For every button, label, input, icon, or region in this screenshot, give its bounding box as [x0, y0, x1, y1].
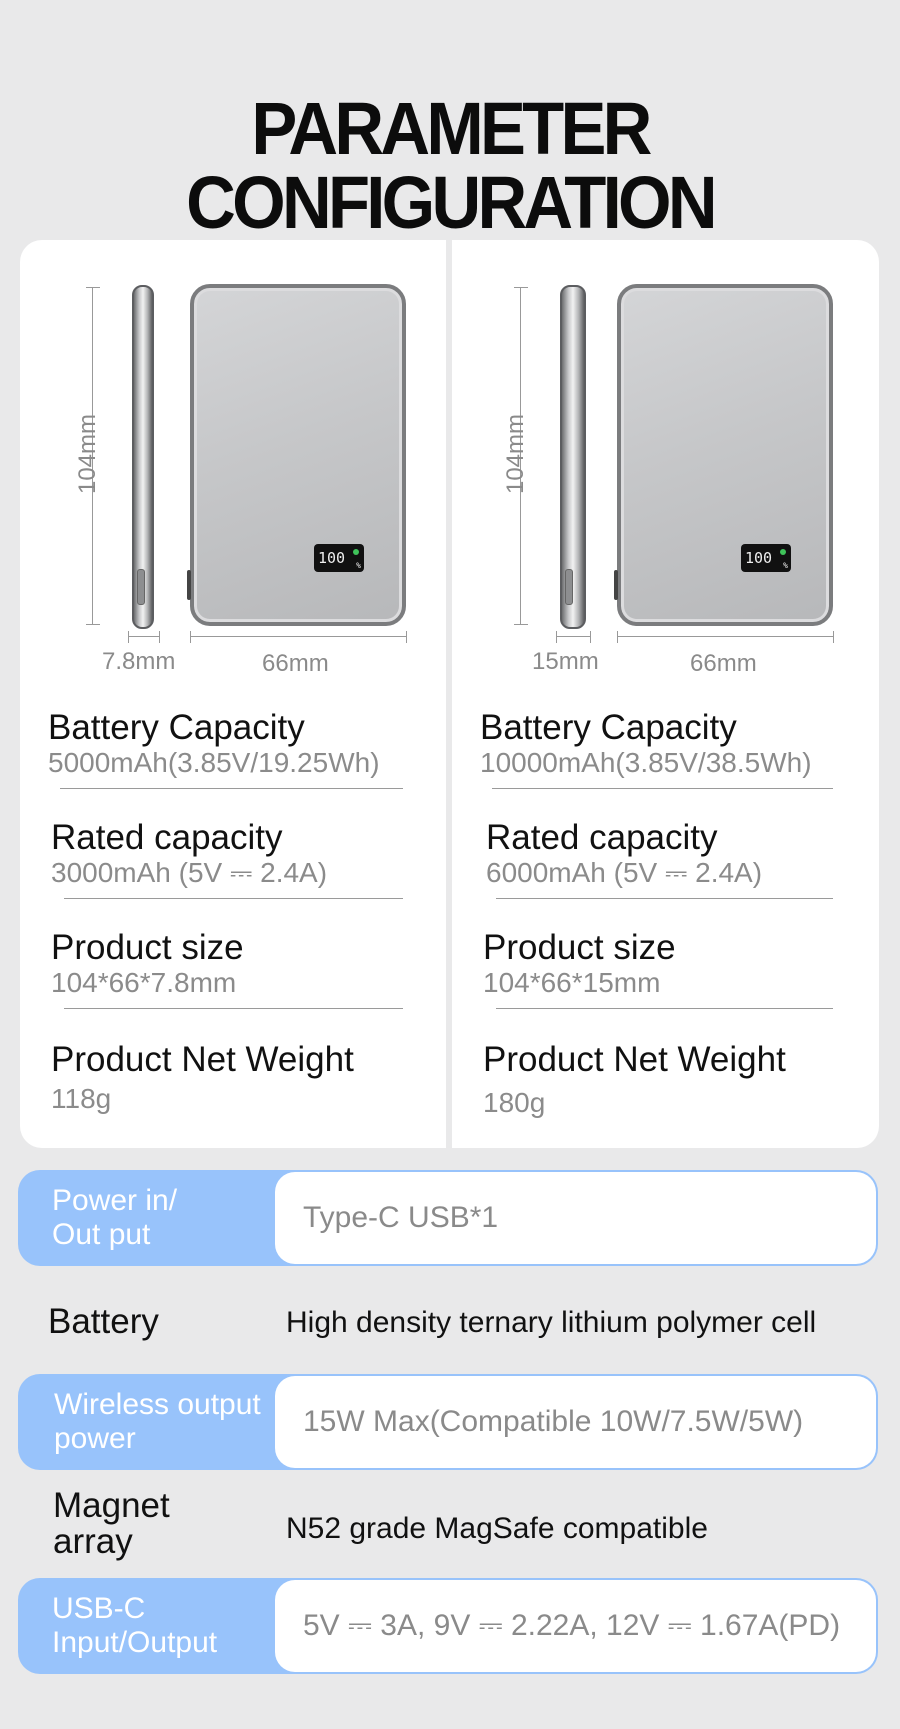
spec-row-usb-c: USB-C Input/Output 5V ⎓ 3A, 9V ⎓ 2.22A, … — [18, 1578, 878, 1674]
spec-net-weight: Product Net Weight 180g — [483, 1040, 786, 1118]
row-value: N52 grade MagSafe compatible — [286, 1512, 708, 1545]
spec-row-power-io: Power in/ Out put Type-C USB*1 — [18, 1170, 878, 1266]
spec-net-weight: Product Net Weight 118g — [51, 1040, 354, 1114]
width-label: 66mm — [262, 650, 329, 677]
front-view-image: 100 % — [614, 284, 833, 626]
width-dimension-line — [617, 631, 834, 643]
battery-display-icon: 100 % — [741, 544, 791, 572]
side-view-image — [132, 285, 154, 629]
divider — [496, 898, 833, 899]
spec-rated-capacity: Rated capacity 3000mAh (5V ⎓ 2.4A) — [51, 818, 328, 888]
side-button-icon — [137, 569, 145, 605]
row-label: Wireless output power — [54, 1388, 261, 1455]
spec-battery-capacity: Battery Capacity 10000mAh(3.85V/38.5Wh) — [480, 708, 812, 778]
charging-indicator-icon — [353, 549, 359, 555]
side-view-image — [560, 285, 586, 629]
row-value: Type-C USB*1 — [275, 1172, 876, 1264]
port-icon — [614, 570, 618, 600]
product-card-right: 104mm 100 % 15mm 66mm Battery Capacity 1… — [452, 240, 879, 1148]
spec-row-wireless-output: Wireless output power 15W Max(Compatible… — [18, 1374, 878, 1470]
height-label: 104mm — [502, 413, 530, 495]
front-view-image: 100 % — [187, 284, 406, 626]
battery-display-icon: 100 % — [314, 544, 364, 572]
page-title: PARAMETER CONFIGURATION — [186, 87, 717, 244]
row-value: High density ternary lithium polymer cel… — [286, 1306, 817, 1339]
height-label: 104mm — [74, 413, 102, 495]
row-label: Magnet array — [53, 1486, 170, 1561]
row-label: Battery — [48, 1302, 159, 1341]
row-label: Power in/ Out put — [52, 1184, 178, 1251]
width-label: 66mm — [690, 650, 757, 677]
spec-product-size: Product size 104*66*15mm — [483, 928, 676, 998]
thickness-label: 15mm — [532, 648, 599, 675]
row-value: 5V ⎓ 3A, 9V ⎓ 2.22A, 12V ⎓ 1.67A(PD) — [275, 1580, 876, 1672]
side-button-icon — [565, 569, 573, 605]
row-label: USB-C Input/Output — [52, 1592, 218, 1659]
divider — [492, 788, 833, 789]
divider — [60, 788, 403, 789]
charging-indicator-icon — [780, 549, 786, 555]
spec-row-magnet-array: Magnet array N52 grade MagSafe compatibl… — [18, 1478, 878, 1574]
width-dimension-line — [190, 631, 407, 643]
thickness-dimension-line — [128, 631, 160, 643]
spec-row-battery: Battery High density ternary lithium pol… — [18, 1276, 878, 1372]
lcd-readout: 100 — [318, 549, 346, 567]
spec-product-size: Product size 104*66*7.8mm — [51, 928, 244, 998]
port-icon — [187, 570, 191, 600]
divider — [64, 898, 403, 899]
divider — [64, 1008, 403, 1009]
product-card-left: 104mm 100 % 7.8mm 66mm Battery Capacity … — [20, 240, 446, 1148]
row-value: 15W Max(Compatible 10W/7.5W/5W) — [275, 1376, 876, 1468]
thickness-dimension-line — [556, 631, 591, 643]
spec-rated-capacity: Rated capacity 6000mAh (5V ⎓ 2.4A) — [486, 818, 763, 888]
lcd-readout: 100 — [745, 549, 773, 567]
divider — [496, 1008, 833, 1009]
spec-battery-capacity: Battery Capacity 5000mAh(3.85V/19.25Wh) — [48, 708, 380, 778]
thickness-label: 7.8mm — [102, 648, 176, 675]
